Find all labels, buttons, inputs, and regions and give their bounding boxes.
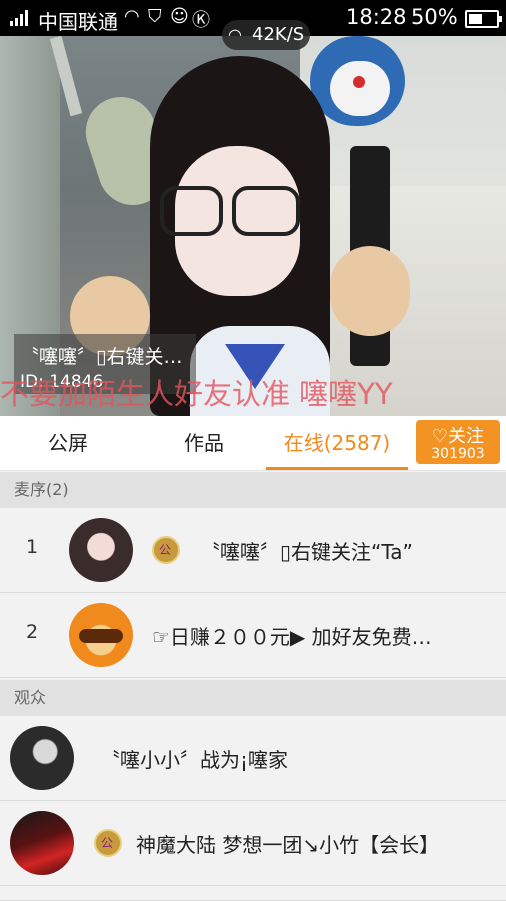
clock: 18:28 bbox=[346, 5, 407, 29]
list-item[interactable] bbox=[0, 886, 506, 901]
user-name: 〝噻小小〞战为¡噻家 bbox=[100, 748, 289, 772]
list-item[interactable]: 2 ☞日赚２００元▶ 加好友免费… bbox=[0, 593, 506, 678]
follower-count: 301903 bbox=[431, 446, 485, 462]
guild-badge-icon bbox=[152, 536, 180, 564]
live-video[interactable]: 〝噻噻〞▯右键关… ID: 14846 不要加陌生人好友认准 噻噻YY bbox=[0, 36, 506, 416]
avatar[interactable] bbox=[10, 811, 74, 875]
host-name: 〝噻噻〞▯右键关… bbox=[20, 346, 183, 368]
list-item[interactable]: 〝噻小小〞战为¡噻家 bbox=[0, 716, 506, 801]
signal-icon bbox=[10, 10, 28, 26]
avatar[interactable] bbox=[69, 518, 133, 582]
net-speed-value: 42K/S bbox=[252, 24, 305, 45]
mic-queue-header: 麦序(2) bbox=[0, 472, 506, 508]
list-item[interactable]: 1 〝噻噻〞▯右键关注“Ta” bbox=[0, 508, 506, 593]
wifi-icon: ◠ bbox=[124, 6, 140, 27]
tab-public-screen[interactable]: 公屏 bbox=[0, 416, 136, 470]
wifi-icon: ◠ bbox=[228, 25, 242, 44]
active-tab-indicator bbox=[266, 467, 408, 470]
guild-badge-icon bbox=[94, 829, 122, 857]
rank-number: 2 bbox=[26, 621, 39, 643]
battery-percent: 50% bbox=[411, 5, 458, 29]
audience-header: 观众 bbox=[0, 680, 506, 716]
follow-label: ♡关注 bbox=[431, 426, 485, 447]
avatar[interactable] bbox=[69, 603, 133, 667]
shield-icon: ⛉ bbox=[148, 6, 162, 27]
tab-works[interactable]: 作品 bbox=[136, 416, 272, 470]
marquee-banner: 不要加陌生人好友认准 噻噻YY bbox=[0, 377, 393, 411]
carrier-name: 中国联通 bbox=[38, 10, 118, 34]
qq-icon: ☺ bbox=[170, 6, 189, 27]
user-name: 神魔大陆 梦想一团↘小竹【会长】 bbox=[136, 833, 440, 857]
rank-number: 1 bbox=[26, 536, 39, 558]
tab-online[interactable]: 在线(2587) bbox=[266, 416, 408, 470]
list-item[interactable]: 神魔大陆 梦想一团↘小竹【会长】 bbox=[0, 801, 506, 886]
user-name: ☞日赚２００元▶ 加好友免费… bbox=[152, 625, 432, 649]
user-name: 〝噻噻〞▯右键关注“Ta” bbox=[200, 540, 413, 564]
k-app-icon: Ⓚ bbox=[192, 10, 210, 31]
avatar[interactable] bbox=[10, 726, 74, 790]
follow-button[interactable]: ♡关注 301903 bbox=[416, 420, 500, 464]
net-speed-pill: ◠ 42K/S bbox=[222, 20, 310, 50]
battery-icon bbox=[465, 10, 502, 28]
